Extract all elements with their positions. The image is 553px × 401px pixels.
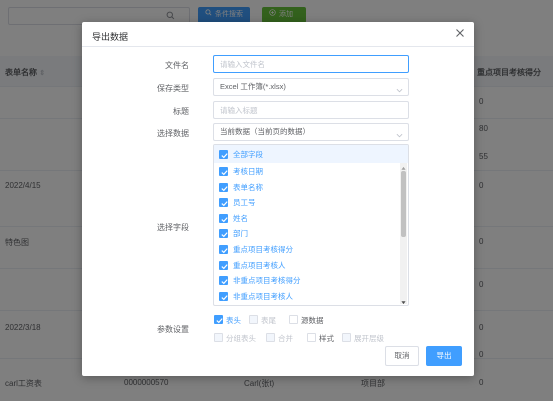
close-icon[interactable] [455, 28, 465, 38]
cancel-button[interactable]: 取消 [385, 346, 419, 366]
checkbox-checked-icon[interactable] [219, 260, 228, 270]
field-item-label: 重点项目考核人 [233, 260, 286, 270]
field-list-scrollbar[interactable] [400, 163, 407, 305]
checkbox-icon[interactable] [289, 315, 298, 324]
checkbox-checked-icon[interactable] [219, 198, 228, 208]
checkbox-icon [249, 315, 258, 324]
save-type-label: 保存类型 [157, 84, 189, 93]
field-item-label: 非重点项目考核得分 [233, 276, 301, 286]
param-option-label: 分组表头 [226, 334, 256, 343]
checkbox-checked-icon[interactable] [219, 213, 228, 223]
field-item-label: 重点项目考核得分 [233, 245, 293, 254]
save-type-select[interactable]: Excel 工作簿(*.xlsx) [213, 78, 409, 96]
checkbox-icon [214, 333, 223, 342]
field-list: 全部字段 考核日期 表单名称 员工号 姓名 部门 重点项目考核得分 重点项目考核人 非重点项目… [213, 144, 409, 306]
param-option-label: 表头 [226, 316, 241, 325]
param-option-label: 样式 [319, 334, 334, 343]
field-item-label: 表单名称 [233, 182, 263, 192]
scrollbar-thumb[interactable] [401, 171, 406, 237]
field-item-label: 非重点项目考核人 [233, 291, 293, 301]
scroll-up-icon[interactable] [401, 164, 406, 170]
checkbox-icon [342, 333, 351, 342]
param-option-label: 源数据 [301, 316, 324, 325]
file-name-label: 文件名 [165, 61, 189, 70]
param-option-label: 表尾 [261, 316, 276, 325]
checkbox-checked-icon[interactable] [219, 229, 228, 239]
dialog-title: 导出数据 [92, 32, 129, 42]
checkbox-checked-icon[interactable] [219, 291, 228, 301]
select-data-label: 选择数据 [157, 129, 189, 138]
all-fields-row[interactable]: 全部字段 [214, 145, 408, 163]
field-item-label: 员工号 [233, 198, 256, 208]
select-data-value: 当前数据（当前页的数据） [220, 127, 310, 136]
param-option-label: 合并 [278, 334, 293, 343]
export-button[interactable]: 导出 [426, 346, 462, 366]
chevron-down-icon [396, 129, 403, 138]
checkbox-icon[interactable] [307, 333, 316, 342]
select-fields-label: 选择字段 [157, 223, 189, 232]
params-label: 参数设置 [157, 325, 189, 334]
param-option-label: 展开层级 [354, 334, 384, 343]
all-fields-text: 全部字段 [233, 150, 263, 159]
scroll-down-icon[interactable] [401, 298, 406, 305]
field-item-label: 姓名 [233, 213, 248, 223]
title-input[interactable] [213, 101, 409, 119]
save-type-value: Excel 工作簿(*.xlsx) [220, 82, 286, 91]
field-item-label: 考核日期 [233, 167, 263, 176]
field-item-label: 部门 [233, 229, 248, 239]
checkbox-checked-icon[interactable] [219, 245, 228, 254]
title-label: 标题 [173, 107, 189, 116]
export-data-dialog: 导出数据 文件名 保存类型 Excel 工作簿(*.xlsx) 标题 选择数据 … [82, 22, 474, 376]
checkbox-checked-icon[interactable] [219, 167, 228, 176]
checkbox-checked-icon[interactable] [219, 150, 228, 159]
chevron-down-icon [396, 84, 403, 93]
checkbox-checked-icon[interactable] [219, 182, 228, 192]
file-name-input[interactable] [213, 55, 409, 73]
checkbox-icon [266, 333, 275, 342]
dialog-header-divider [82, 46, 474, 47]
checkbox-checked-icon[interactable] [214, 315, 223, 324]
checkbox-checked-icon[interactable] [219, 276, 228, 286]
select-data-select[interactable]: 当前数据（当前页的数据） [213, 123, 409, 141]
